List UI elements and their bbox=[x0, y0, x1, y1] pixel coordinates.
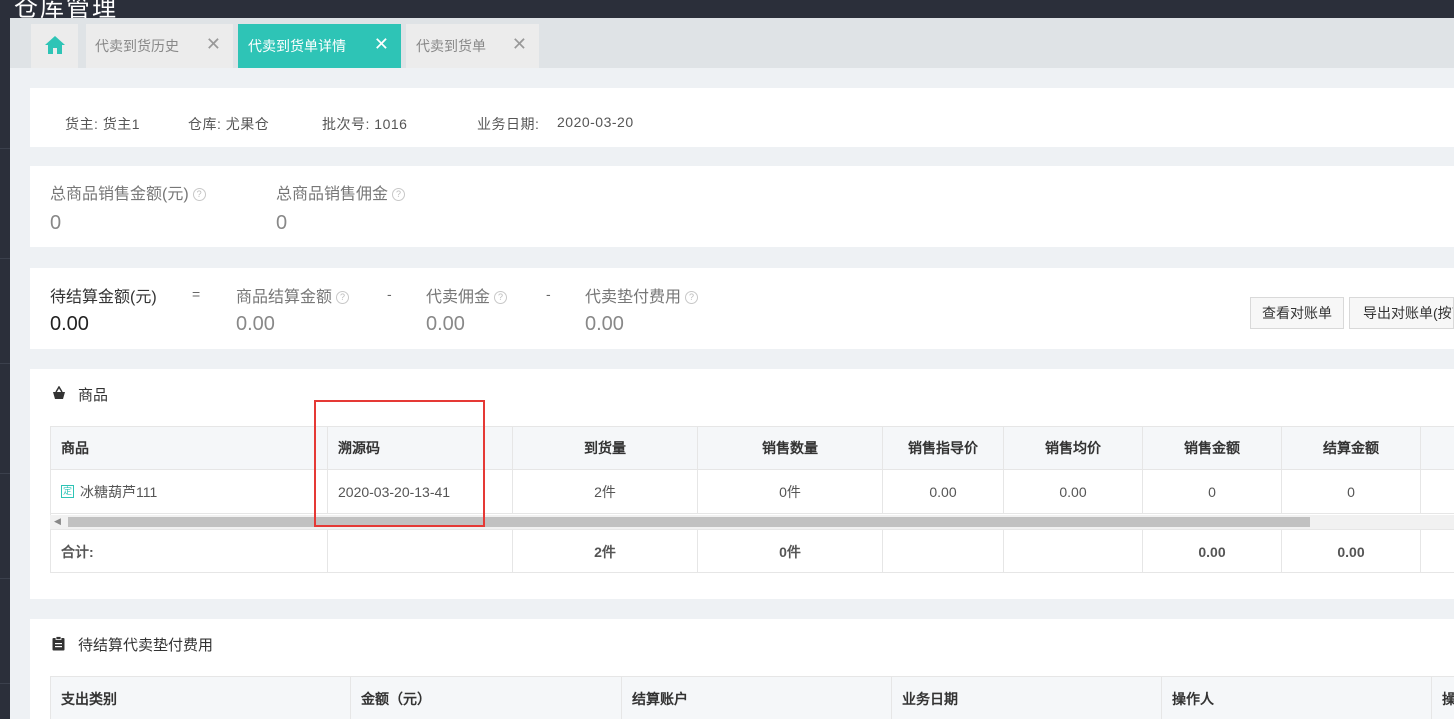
total-commission-label: 总商品销售佣金? bbox=[276, 180, 406, 204]
owner-info: 货主: 货主1 bbox=[65, 116, 141, 132]
sidebar-strip bbox=[0, 18, 10, 719]
total-sold: 0件 bbox=[698, 530, 883, 573]
advance-fee-panel: 待结算代卖垫付费用 支出类别 金额（元） 结算账户 业务日期 操作人 操 bbox=[30, 619, 1454, 719]
minus-sign: - bbox=[387, 286, 392, 302]
total-settle-amount: 0.00 bbox=[1282, 530, 1421, 573]
col-header-expense-type: 支出类别 bbox=[51, 677, 351, 719]
advance-fee-section-title: 待结算代卖垫付费用 bbox=[78, 637, 214, 654]
commission-label: 代卖佣金? bbox=[426, 283, 508, 307]
help-icon[interactable]: ? bbox=[336, 291, 350, 304]
warehouse-info: 仓库: 尤果仓 bbox=[188, 116, 270, 132]
horizontal-scrollbar[interactable]: ◀ bbox=[50, 515, 1454, 529]
view-statement-button[interactable]: 查看对账单 bbox=[1250, 297, 1344, 329]
goods-settlement-label: 商品结算金额? bbox=[236, 283, 350, 307]
trace-code-cell: 2020-03-20-13-41 bbox=[328, 470, 513, 513]
scroll-left-icon[interactable]: ◀ bbox=[54, 516, 61, 527]
goods-table: 商品 溯源码 到货量 销售数量 销售指导价 销售均价 销售金额 结算金额 定 冰… bbox=[50, 426, 1454, 573]
goods-name: 冰糖葫芦111 bbox=[80, 483, 158, 500]
close-icon[interactable]: ✕ bbox=[512, 34, 527, 55]
col-header-avg-price: 销售均价 bbox=[1004, 427, 1143, 469]
total-label: 合计: bbox=[51, 530, 328, 573]
tab-label: 代卖到货单 bbox=[416, 38, 486, 54]
sold-cell: 0件 bbox=[698, 470, 883, 513]
home-icon bbox=[44, 35, 66, 58]
advance-fee-value: 0.00 bbox=[585, 313, 624, 335]
table-row-goods-name[interactable]: 定 冰糖葫芦111 bbox=[51, 470, 328, 513]
total-sales-amount: 0.00 bbox=[1143, 530, 1282, 573]
total-guide-price bbox=[883, 530, 1004, 573]
total-sales-label: 总商品销售金额(元)? bbox=[50, 180, 206, 204]
help-icon[interactable]: ? bbox=[392, 188, 406, 201]
col-header-sold: 销售数量 bbox=[698, 427, 883, 469]
total-avg-price bbox=[1004, 530, 1143, 573]
order-info-panel: 货主: 货主1 仓库: 尤果仓 批次号: 1016 业务日期: 2020-03-… bbox=[30, 88, 1454, 147]
settle-amount-cell: 0 bbox=[1282, 470, 1421, 513]
export-statement-button[interactable]: 导出对账单(按商品) bbox=[1349, 297, 1454, 329]
top-header-bar: 仓库管理 bbox=[0, 0, 1454, 18]
advance-fee-table: 支出类别 金额（元） 结算账户 业务日期 操作人 操 bbox=[50, 676, 1454, 719]
total-commission-value: 0 bbox=[276, 212, 288, 234]
tab-arrival-history[interactable]: 代卖到货历史 ✕ bbox=[86, 24, 233, 68]
close-icon[interactable]: ✕ bbox=[206, 34, 221, 55]
col-header-guide-price: 销售指导价 bbox=[883, 427, 1004, 469]
col-header-date: 业务日期 bbox=[892, 677, 1162, 719]
help-icon[interactable]: ? bbox=[494, 291, 508, 304]
col-header-action: 操 bbox=[1442, 690, 1454, 707]
app-title: 仓库管理 bbox=[14, 0, 118, 18]
col-header-goods: 商品 bbox=[51, 427, 328, 469]
tab-bar: 代卖到货历史 ✕ 代卖到货单详情 ✕ 代卖到货单 ✕ bbox=[10, 18, 1454, 68]
minus-sign: - bbox=[546, 286, 551, 302]
goods-section-title: 商品 bbox=[78, 387, 109, 404]
tab-label: 代卖到货单详情 bbox=[248, 38, 346, 54]
close-icon[interactable]: ✕ bbox=[374, 34, 389, 55]
col-header-trace-code: 溯源码 bbox=[328, 427, 513, 469]
total-arrival: 2件 bbox=[513, 530, 698, 573]
help-icon[interactable]: ? bbox=[685, 291, 699, 304]
advance-fee-label: 代卖垫付费用? bbox=[585, 283, 699, 307]
commission-value: 0.00 bbox=[426, 313, 465, 335]
sales-summary-panel: 总商品销售金额(元)? 0 总商品销售佣金? 0 bbox=[30, 166, 1454, 247]
col-header-account: 结算账户 bbox=[622, 677, 892, 719]
pending-settlement-value: 0.00 bbox=[50, 313, 89, 335]
settlement-panel: 待结算金额(元) 0.00 = 商品结算金额? 0.00 - 代卖佣金? 0.0… bbox=[30, 268, 1454, 349]
total-sales-value: 0 bbox=[50, 212, 62, 234]
pending-settlement-label: 待结算金额(元) bbox=[50, 289, 157, 306]
arrival-cell: 2件 bbox=[513, 470, 698, 513]
batch-info: 批次号: 1016 bbox=[322, 116, 408, 132]
tab-home[interactable] bbox=[31, 24, 78, 68]
equals-sign: = bbox=[192, 286, 201, 302]
col-header-settle-amount: 结算金额 bbox=[1282, 427, 1421, 469]
date-value: 2020-03-20 bbox=[557, 114, 634, 130]
guide-price-cell: 0.00 bbox=[883, 470, 1004, 513]
col-header-operator: 操作人 bbox=[1162, 677, 1432, 719]
total-trace-cell bbox=[328, 530, 513, 573]
tab-arrival-detail[interactable]: 代卖到货单详情 ✕ bbox=[238, 24, 401, 68]
tab-label: 代卖到货历史 bbox=[95, 38, 179, 54]
sales-amount-cell: 0 bbox=[1143, 470, 1282, 513]
col-header-amount: 金额（元） bbox=[351, 677, 622, 719]
help-icon[interactable]: ? bbox=[192, 188, 206, 201]
tab-arrival-order[interactable]: 代卖到货单 ✕ bbox=[406, 24, 539, 68]
goods-panel: 商品 商品 溯源码 到货量 销售数量 销售指导价 销售均价 销售金额 结算金额 … bbox=[30, 369, 1454, 599]
avg-price-cell: 0.00 bbox=[1004, 470, 1143, 513]
fixed-tag-icon: 定 bbox=[61, 485, 74, 498]
clipboard-icon bbox=[52, 636, 65, 654]
col-header-sales-amount: 销售金额 bbox=[1143, 427, 1282, 469]
basket-icon bbox=[52, 385, 66, 403]
date-label: 业务日期: bbox=[477, 116, 540, 132]
scrollbar-thumb[interactable] bbox=[68, 517, 1310, 527]
goods-settlement-value: 0.00 bbox=[236, 313, 275, 335]
col-header-arrival: 到货量 bbox=[513, 427, 698, 469]
